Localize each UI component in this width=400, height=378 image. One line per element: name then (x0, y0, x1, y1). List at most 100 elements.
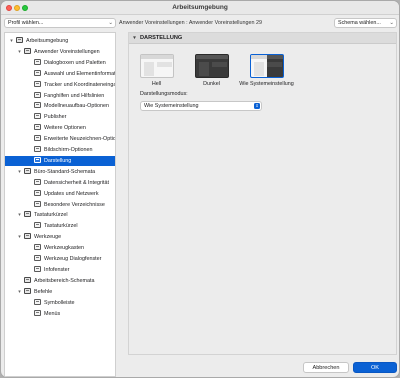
cancel-button[interactable]: Abbrechen (303, 362, 349, 373)
sidebar-item-label: Erweiterte Neuzeichnen-Optionen (44, 136, 115, 143)
popup-arrows-icon: ⇕ (254, 103, 260, 109)
sidebar-item[interactable]: Arbeitsbereich-Schemata (5, 276, 115, 286)
sidebar-item-label: Infofenster (44, 266, 70, 273)
appearance-icon (34, 156, 41, 163)
sidebar-item[interactable]: Datensicherheit & Integrität (5, 178, 115, 188)
chevron-down-icon: ⌄ (389, 20, 394, 26)
sidebar-item[interactable]: Symbolleiste (5, 298, 115, 308)
sidebar-item[interactable]: Menüs (5, 309, 115, 319)
sidebar-item-label: Datensicherheit & Integrität (44, 179, 110, 186)
publisher-icon (34, 113, 41, 120)
company-schemes-icon (24, 167, 31, 174)
theme-light-thumbnail[interactable] (140, 54, 174, 78)
rebuild-icon (34, 102, 41, 109)
sidebar-item-label: Modellneuaufbau-Optionen (44, 103, 110, 110)
sidebar-item-label: Weitere Optionen (44, 125, 86, 132)
sidebar-item[interactable]: Modellneuaufbau-Optionen (5, 101, 115, 111)
disclosure-triangle-icon[interactable]: ▾ (17, 232, 22, 242)
sidebar-item-label: Menüs (44, 310, 61, 317)
keyboard-icon (24, 211, 31, 218)
sidebar-item[interactable]: Publisher (5, 112, 115, 122)
window-title: Arbeitsumgebung (172, 4, 228, 11)
sidebar-item-label: Updates und Netzwerk (44, 190, 99, 197)
sidebar-item-label: Tracker und Koordinateneingabe (44, 81, 115, 88)
sidebar-item[interactable]: Infofenster (5, 265, 115, 275)
sidebar-item[interactable]: Werkzeug Dialogfenster (5, 254, 115, 264)
theme-dark-thumbnail[interactable] (195, 54, 229, 78)
sidebar-item[interactable]: Besondere Verzeichnisse (5, 200, 115, 210)
user-preferences-icon (24, 47, 31, 54)
disclosure-triangle-icon: ▾ (133, 35, 136, 41)
disclosure-triangle-icon[interactable]: ▾ (17, 287, 22, 297)
selection-icon (34, 69, 41, 76)
sidebar-item[interactable]: Tastaturkürzel (5, 221, 115, 231)
sidebar-item[interactable]: Darstellung (5, 155, 115, 166)
sidebar-item-label: Dialogboxen und Paletten (44, 59, 106, 66)
disclosure-triangle-icon[interactable]: ▾ (17, 210, 22, 220)
sidebar-item-label: Publisher (44, 114, 67, 121)
schema-select[interactable]: Schema wählen... ⌄ (334, 18, 397, 28)
sidebar-item[interactable]: ▾ Befehle (5, 287, 115, 297)
schema-select-label: Schema wählen... (338, 20, 381, 26)
preferences-window: Arbeitsumgebung Profil wählen... ⌄ Anwen… (0, 0, 400, 378)
ok-button[interactable]: OK (353, 362, 397, 373)
theme-dark-label: Dunkel (203, 81, 220, 87)
theme-light-label: Hell (151, 81, 162, 87)
sidebar-item[interactable]: Updates und Netzwerk (5, 189, 115, 199)
section-header[interactable]: ▾ DARSTELLUNG (129, 33, 396, 44)
sidebar-item[interactable]: Dialogboxen und Paletten (5, 58, 115, 68)
sidebar-item[interactable]: ▾ Tastaturkürzel (5, 210, 115, 220)
breadcrumb: Anwender Voreinstellungen : Anwender Vor… (119, 20, 262, 26)
sidebar-item[interactable]: Erweiterte Neuzeichnen-Optionen (5, 134, 115, 144)
appearance-mode-select[interactable]: Wie Systemeinstellung ⇕ (140, 101, 262, 111)
dialog-icon (34, 58, 41, 65)
appearance-mode-label: Darstellungsmodus: (140, 91, 188, 97)
sidebar-item-label: Werkzeug Dialogfenster (44, 256, 102, 262)
theme-system-label: Wie Systemeinstellung (239, 81, 294, 87)
disclosure-triangle-icon[interactable]: ▾ (17, 47, 22, 57)
sidebar-item-label: Tastaturkürzel (44, 223, 78, 230)
tracker-icon (34, 80, 41, 87)
snap-icon (34, 91, 41, 98)
chevron-down-icon: ⌄ (108, 20, 113, 26)
sidebar-item[interactable]: ▾ Büro-Standard-Schemata (5, 167, 115, 177)
sidebar-item-label: Befehle (34, 288, 53, 295)
sidebar-item[interactable]: Werkzeugkasten (5, 243, 115, 253)
profile-select-label: Profil wählen... (8, 20, 44, 26)
data-safety-icon (34, 178, 41, 185)
sidebar-item[interactable]: Fanghilfen und Hilfslinien (5, 91, 115, 101)
sidebar-item[interactable]: Auswahl und Elementinformation (5, 69, 115, 79)
top-toolbar: Profil wählen... ⌄ Anwender Voreinstellu… (1, 16, 399, 30)
settings-tree: ▾ Arbeitsumgebung ▾ Anwender Voreinstellung… (4, 32, 116, 377)
toolbox-icon (34, 244, 41, 251)
work-environment-icon (24, 276, 31, 283)
toolbar-icon (34, 298, 41, 305)
sidebar-item-label: Arbeitsumgebung (26, 38, 69, 44)
sidebar-item[interactable]: Tracker und Koordinateneingabe (5, 80, 115, 90)
sidebar-item[interactable]: ▾ Werkzeuge (5, 232, 115, 242)
network-icon (34, 189, 41, 196)
sidebar-item[interactable]: ▾ Anwender Voreinstellungen (5, 47, 115, 57)
sidebar-item-label: Arbeitsbereich-Schemata (34, 277, 95, 284)
sidebar-item[interactable]: Bildschirm-Optionen (5, 145, 115, 155)
theme-system-thumbnail[interactable] (250, 54, 284, 78)
sidebar-item[interactable]: ▾ Arbeitsumgebung (5, 36, 115, 46)
disclosure-triangle-icon[interactable]: ▾ (9, 36, 14, 46)
info-box-icon (34, 265, 41, 272)
sidebar-item[interactable]: Weitere Optionen (5, 123, 115, 133)
workspace-icon (16, 37, 23, 43)
settings-panel: ▾ DARSTELLUNG Hell Dunkel Wie Systemeins… (128, 32, 397, 355)
tools-icon (24, 233, 31, 240)
disclosure-triangle-icon[interactable]: ▾ (17, 167, 22, 177)
sidebar-item-label: Tastaturkürzel (34, 212, 68, 219)
section-title: DARSTELLUNG (140, 35, 183, 41)
menus-icon (34, 309, 41, 316)
sidebar-item-label: Besondere Verzeichnisse (44, 201, 105, 208)
sidebar-item-label: Bildschirm-Optionen (44, 147, 93, 153)
sidebar-item-label: Symbolleiste (44, 299, 75, 306)
profile-select[interactable]: Profil wählen... ⌄ (4, 18, 116, 28)
title-bar: Arbeitsumgebung (1, 1, 399, 15)
sidebar-item-label: Werkzeuge (34, 234, 62, 241)
screen-icon (34, 146, 41, 152)
sidebar-item-label: Anwender Voreinstellungen (34, 48, 100, 55)
